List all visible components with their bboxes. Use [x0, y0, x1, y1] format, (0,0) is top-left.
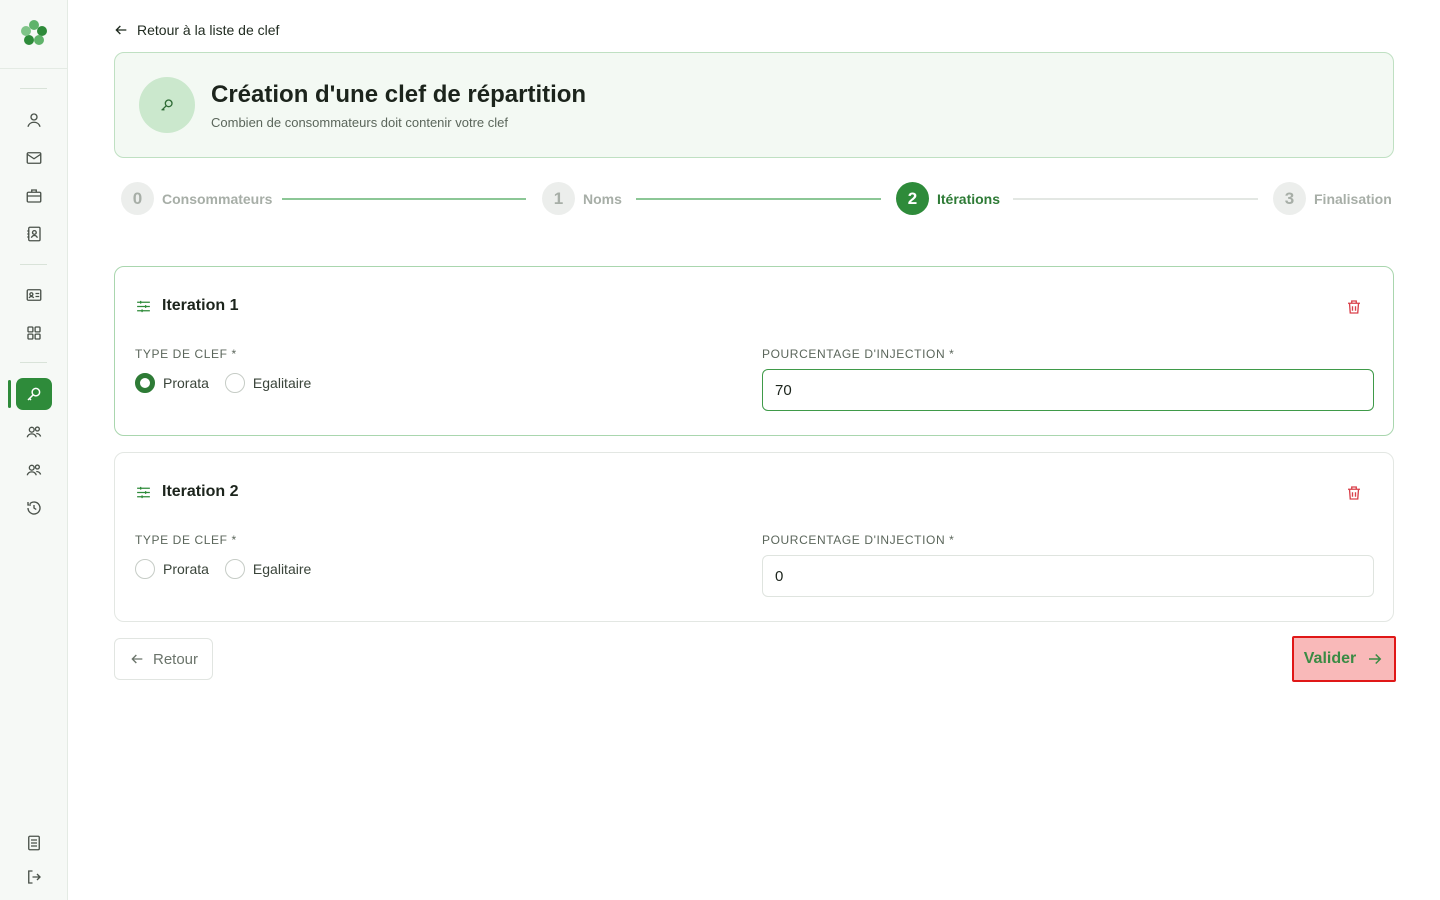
trash-icon — [1348, 486, 1360, 500]
briefcase-icon[interactable] — [24, 186, 44, 206]
radio-indicator[interactable] — [135, 559, 155, 579]
iteration-header: Iteration 2 — [135, 483, 238, 501]
history-icon[interactable] — [24, 498, 44, 518]
stepper-connector — [1013, 198, 1258, 200]
sidebar — [0, 0, 68, 900]
arrow-left-icon — [115, 25, 127, 35]
sidebar-divider — [20, 362, 47, 363]
sidebar-divider — [0, 68, 68, 69]
stepper-connector — [282, 198, 526, 200]
radio-prorata[interactable]: Prorata — [135, 373, 209, 393]
key-type-label: TYPE DE CLEF * — [135, 347, 237, 361]
radio-indicator[interactable] — [224, 373, 245, 393]
step-label: Finalisation — [1314, 190, 1392, 207]
injection-percent-label: POURCENTAGE D'INJECTION * — [762, 533, 955, 547]
back-to-list-link[interactable]: Retour à la liste de clef — [113, 20, 279, 40]
step-iterations[interactable]: 2 Itérations — [896, 182, 1000, 215]
active-indicator — [8, 380, 11, 408]
step-label: Itérations — [937, 190, 1001, 207]
team-icon[interactable] — [24, 460, 44, 480]
contact-book-icon[interactable] — [24, 224, 44, 244]
iteration-title: Iteration 1 — [162, 297, 239, 314]
radio-label: Egalitaire — [252, 375, 312, 391]
sliders-icon — [137, 486, 150, 498]
user-icon[interactable] — [24, 110, 44, 130]
step-consommateurs[interactable]: 0 Consommateurs — [121, 182, 272, 215]
arrow-left-icon — [131, 654, 143, 664]
key-type-label: TYPE DE CLEF * — [135, 533, 237, 547]
back-to-list-label: Retour à la liste de clef — [137, 22, 280, 38]
radio-indicator[interactable] — [224, 559, 245, 579]
key-icon — [139, 77, 195, 133]
page-subtitle: Combien de consommateurs doit contenir v… — [211, 115, 508, 130]
radio-egalitaire[interactable]: Egalitaire — [224, 373, 312, 393]
id-card-icon[interactable] — [24, 285, 44, 305]
app-logo-icon[interactable] — [19, 18, 49, 48]
validate-button[interactable]: Valider — [1292, 636, 1396, 682]
trash-icon — [1348, 300, 1360, 314]
iteration-card: Iteration 1 TYPE DE CLEF * Prorata Egali… — [114, 266, 1394, 436]
step-number: 1 — [542, 182, 575, 215]
injection-percent-input[interactable] — [762, 555, 1374, 597]
delete-iteration-button[interactable] — [1345, 298, 1363, 316]
step-noms[interactable]: 1 Noms — [542, 182, 622, 215]
grid-icon[interactable] — [24, 323, 44, 343]
key-icon[interactable] — [16, 378, 52, 410]
stepper-connector — [636, 198, 881, 200]
document-icon[interactable] — [24, 833, 44, 853]
sidebar-divider — [20, 264, 47, 265]
iteration-card: Iteration 2 TYPE DE CLEF * Prorata Egali… — [114, 452, 1394, 622]
radio-label: Egalitaire — [252, 561, 312, 577]
injection-percent-input[interactable] — [762, 369, 1374, 411]
step-finalisation[interactable]: 3 Finalisation — [1273, 182, 1392, 215]
back-button[interactable]: Retour — [114, 638, 213, 680]
back-button-label: Retour — [152, 650, 199, 668]
mail-icon[interactable] — [24, 148, 44, 168]
key-type-radio-group: Prorata Egalitaire — [135, 373, 327, 393]
page-title: Création d'une clef de répartition — [211, 81, 587, 108]
arrow-right-icon — [1369, 653, 1382, 665]
radio-indicator[interactable] — [135, 373, 155, 393]
sliders-icon — [137, 300, 150, 312]
step-number: 2 — [896, 182, 929, 215]
radio-label: Prorata — [163, 375, 209, 391]
step-label: Consommateurs — [162, 190, 273, 207]
delete-iteration-button[interactable] — [1345, 484, 1363, 502]
group-icon[interactable] — [24, 422, 44, 442]
page-header-card: Création d'une clef de répartition Combi… — [114, 52, 1394, 158]
radio-egalitaire[interactable]: Egalitaire — [224, 559, 312, 579]
step-number: 0 — [121, 182, 154, 215]
step-label: Noms — [583, 190, 622, 207]
key-type-radio-group: Prorata Egalitaire — [135, 559, 327, 579]
validate-button-label: Valider — [1303, 650, 1357, 667]
logout-icon[interactable] — [24, 867, 44, 887]
sidebar-divider — [20, 88, 47, 89]
radio-prorata[interactable]: Prorata — [135, 559, 209, 579]
iteration-title: Iteration 2 — [162, 483, 239, 500]
injection-percent-label: POURCENTAGE D'INJECTION * — [762, 347, 955, 361]
radio-label: Prorata — [163, 561, 209, 577]
step-number: 3 — [1273, 182, 1306, 215]
iteration-header: Iteration 1 — [135, 297, 238, 315]
